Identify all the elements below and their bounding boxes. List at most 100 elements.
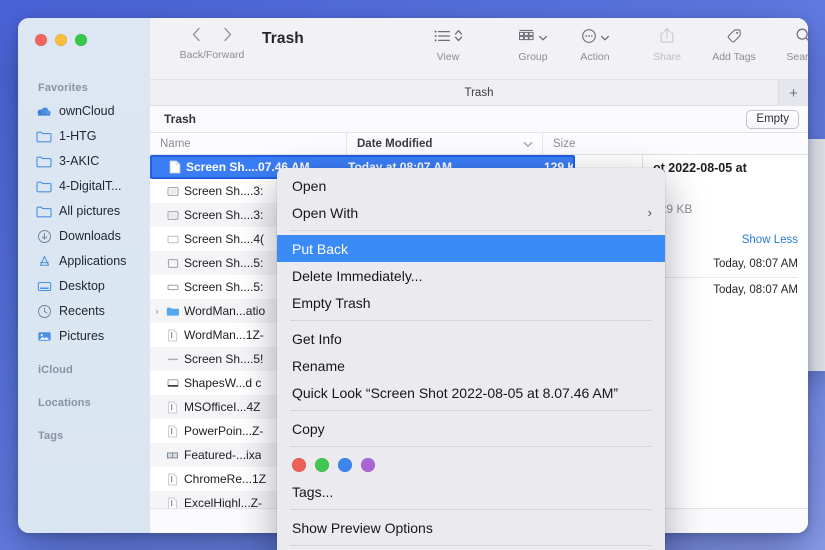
sidebar-item-downloads[interactable]: Downloads [26, 224, 142, 248]
menu-item-get-info[interactable]: Get Info [277, 325, 665, 352]
back-forward-group[interactable]: Back/Forward [162, 26, 262, 61]
action-ellipsis-icon [581, 28, 597, 49]
file-name: Screen Sh....5: [184, 280, 264, 294]
menu-item-label: Show Preview Options [292, 519, 433, 536]
menu-item-quick-look[interactable]: Quick Look “Screen Shot 2022-08-05 at 8.… [277, 379, 665, 406]
sidebar-item-pictures[interactable]: Pictures [26, 324, 142, 348]
preview-size: 129 KB [653, 202, 693, 217]
view-button[interactable]: View [418, 26, 478, 63]
file-name: Screen Sh....5! [184, 352, 264, 366]
menu-item-label: Delete Immediately... [292, 267, 423, 284]
trash-bar-label: Trash [164, 112, 197, 126]
sidebar-item-label: Desktop [59, 279, 105, 293]
back-forward-label: Back/Forward [179, 49, 245, 61]
minimize-button[interactable] [55, 34, 67, 46]
add-tags-button[interactable]: Add Tags [698, 26, 770, 63]
tag-color-blue[interactable] [338, 458, 352, 472]
search-button[interactable]: Search [772, 26, 808, 63]
doc-file-icon [164, 497, 181, 508]
menu-item-open-with[interactable]: Open With › [277, 199, 665, 226]
menu-item-label: Rename [292, 357, 345, 374]
menu-item-label: Quick Look “Screen Shot 2022-08-05 at 8.… [292, 384, 619, 401]
sidebar-item-desktop[interactable]: Desktop [26, 274, 142, 298]
sidebar-section-icloud: iCloud [38, 364, 73, 376]
column-header-date-modified[interactable]: Date Modified [346, 133, 542, 154]
share-icon [660, 27, 674, 49]
menu-item-label: Tags... [292, 483, 334, 500]
new-tab-button[interactable]: + [778, 80, 808, 106]
group-button[interactable]: Group [502, 26, 564, 63]
window-title: Trash [262, 30, 304, 47]
group-label: Group [518, 51, 548, 63]
search-icon [795, 27, 808, 49]
menu-item-tags[interactable]: Tags... [277, 478, 665, 505]
menu-item-label: Open With [292, 204, 359, 221]
sidebar-item-all-pictures[interactable]: All pictures [26, 199, 142, 223]
show-less-link[interactable]: Show Less [653, 234, 798, 246]
tag-icon [726, 27, 743, 49]
tag-color-green[interactable] [315, 458, 329, 472]
sidebar-item-label: ownCloud [59, 104, 115, 118]
chevron-right-icon: › [647, 205, 652, 220]
menu-item-put-back[interactable]: Put Back [277, 235, 665, 262]
window-traffic-lights[interactable] [35, 34, 87, 46]
sidebar-item-owncloud[interactable]: ownCloud [26, 99, 142, 123]
close-button[interactable] [35, 34, 47, 46]
menu-item-label: Empty Trash [292, 294, 371, 311]
file-name: PowerPoin...Z- [184, 424, 264, 438]
tag-color-red[interactable] [292, 458, 306, 472]
list-view-icon [434, 29, 451, 48]
chevron-updown-icon[interactable] [454, 28, 463, 48]
menu-item-empty-trash[interactable]: Empty Trash [277, 289, 665, 316]
menu-item-label: Put Back [292, 240, 349, 257]
sidebar-item-label: Downloads [59, 229, 121, 243]
folder-icon [36, 153, 52, 169]
chevron-down-icon [523, 139, 533, 151]
chevron-down-icon[interactable] [600, 29, 610, 47]
back-button[interactable] [192, 27, 201, 47]
sidebar-scroll[interactable]: Favorites ownCloud 1-HTG 3-AKIC 4-Digita… [18, 76, 150, 533]
sidebar: Favorites ownCloud 1-HTG 3-AKIC 4-Digita… [18, 18, 150, 533]
sidebar-item-4-digitalt[interactable]: 4-DigitalT... [26, 174, 142, 198]
context-menu[interactable]: Open Open With › Put Back Delete Immedia… [277, 168, 665, 550]
menu-item-copy[interactable]: Copy [277, 415, 665, 442]
preview-pane: ot 2022-08-05 at I 129 KB Show Less Toda… [642, 155, 808, 508]
twisty-toggle[interactable]: › [150, 306, 164, 316]
folder-icon [36, 128, 52, 144]
menu-item-label: Get Info [292, 330, 342, 347]
sidebar-item-label: 1-HTG [59, 129, 97, 143]
image-file-icon [164, 354, 181, 365]
menu-item-rename[interactable]: Rename [277, 352, 665, 379]
chevron-down-icon[interactable] [538, 29, 548, 47]
menu-item-show-preview-options[interactable]: Show Preview Options [277, 514, 665, 541]
menu-item-label: Open [292, 177, 327, 194]
file-name: WordMan...atio [184, 304, 266, 318]
file-name: MSOfficeI...4Z [184, 400, 261, 414]
folder-icon [164, 306, 181, 317]
sidebar-item-label: Recents [59, 304, 105, 318]
action-button[interactable]: Action [562, 26, 628, 63]
sidebar-item-applications[interactable]: Applications [26, 249, 142, 273]
file-name: ChromeRe...1Z [184, 472, 267, 486]
empty-trash-button[interactable]: Empty [746, 110, 799, 129]
sidebar-item-1-htg[interactable]: 1-HTG [26, 124, 142, 148]
sidebar-item-3-akic[interactable]: 3-AKIC [26, 149, 142, 173]
tab-trash[interactable]: Trash [465, 87, 494, 99]
doc-file-icon [164, 425, 181, 438]
image-file-icon [164, 258, 181, 269]
share-button: Share [638, 26, 696, 63]
file-name: ShapesW...d c [184, 376, 262, 390]
image-file-icon [164, 186, 181, 197]
column-header-name[interactable]: Name [150, 133, 346, 154]
preview-title-line2: I [653, 177, 798, 193]
tab-bar: Trash + [150, 80, 808, 106]
column-header-size[interactable]: Size [542, 133, 808, 154]
search-label: Search [786, 51, 808, 63]
tag-color-purple[interactable] [361, 458, 375, 472]
menu-item-delete-immediately[interactable]: Delete Immediately... [277, 262, 665, 289]
zoom-button[interactable] [75, 34, 87, 46]
menu-tag-colors[interactable] [277, 451, 665, 478]
menu-item-open[interactable]: Open [277, 172, 665, 199]
forward-button[interactable] [223, 27, 232, 47]
sidebar-item-recents[interactable]: Recents [26, 299, 142, 323]
